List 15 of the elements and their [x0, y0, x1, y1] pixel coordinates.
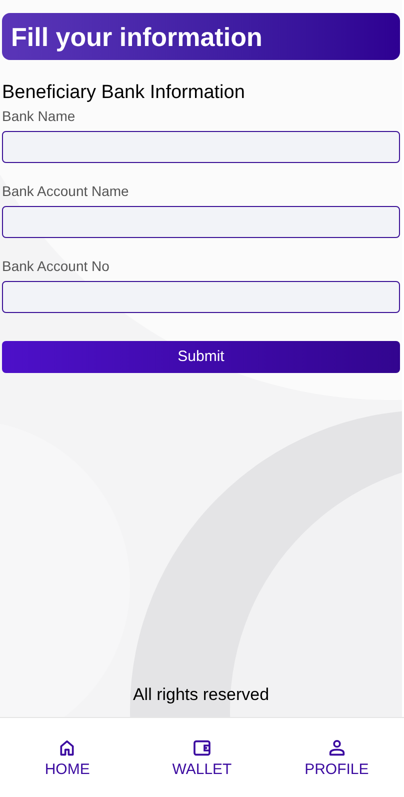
nav-tab[interactable]: PROFILE: [269, 718, 404, 797]
person-icon: [326, 738, 347, 758]
wallet-icon: [192, 738, 212, 758]
nav-tab[interactable]: WALLET: [134, 718, 270, 797]
page-title: Fill your information: [11, 24, 262, 50]
section-title: Beneficiary Bank Information: [2, 81, 246, 105]
field-label: Bank Account No: [2, 257, 110, 275]
input-field[interactable]: [2, 131, 400, 163]
field-label: Bank Name: [2, 107, 76, 125]
footer-text: All rights reserved: [132, 684, 270, 706]
field-label: Bank Account Name: [2, 182, 130, 200]
input-field[interactable]: [2, 281, 400, 313]
nav-tab[interactable]: HOME: [0, 718, 135, 797]
input-field[interactable]: [2, 206, 400, 238]
submit-button[interactable]: Submit: [2, 341, 400, 373]
